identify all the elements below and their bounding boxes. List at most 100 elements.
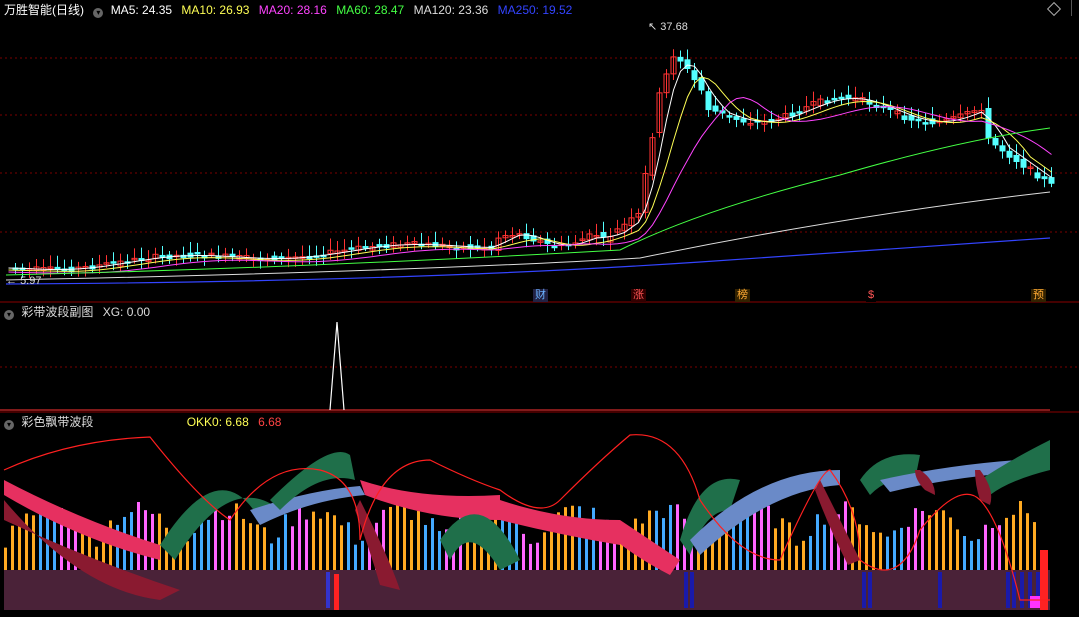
histogram-bar <box>137 501 140 570</box>
histogram-bar <box>298 507 301 570</box>
histogram-bar <box>396 504 399 570</box>
candle-body <box>1013 154 1020 163</box>
histogram-bar <box>711 541 714 570</box>
histogram-bar <box>67 523 70 570</box>
histogram-bar <box>431 518 434 570</box>
sub1-title[interactable]: 彩带波段副图 <box>21 305 93 319</box>
candle-body <box>733 116 740 120</box>
candle-body <box>362 246 369 249</box>
candle-body <box>796 111 803 114</box>
histogram-bar <box>312 511 315 570</box>
histogram-bar <box>270 543 273 570</box>
xg-label: XG: 0.00 <box>102 305 151 319</box>
collapse-icon[interactable]: ▾ <box>4 420 14 430</box>
sub-panel-1-header: ▾ 彩带波段副图 XG: 0.00 <box>4 304 156 320</box>
signal-bar <box>1006 572 1010 608</box>
event-marker-list[interactable]: 榜 <box>735 289 750 302</box>
histogram-bar <box>235 503 238 570</box>
event-marker-rise[interactable]: 涨 <box>631 289 646 302</box>
histogram-bar <box>872 532 875 570</box>
ribbon-green <box>160 490 280 560</box>
histogram-bar <box>284 514 287 570</box>
histogram-bar <box>956 529 959 570</box>
ma10-label: MA10: 26.93 <box>181 3 250 17</box>
histogram-bar <box>529 543 532 570</box>
candle-body <box>866 100 873 105</box>
histogram-bar <box>1033 522 1036 570</box>
candle-body <box>1034 172 1041 179</box>
price-high-label: ↖ 37.68 <box>648 21 688 33</box>
candle-body <box>705 91 712 111</box>
collapse-icon[interactable]: ▾ <box>4 310 14 320</box>
histogram-bar <box>410 519 413 570</box>
histogram-bar <box>1026 513 1029 570</box>
scroll-handle[interactable] <box>1071 0 1076 16</box>
histogram-bar <box>200 522 203 570</box>
event-marker-forecast[interactable]: 预 <box>1031 289 1046 302</box>
histogram-bar <box>291 526 294 570</box>
event-marker-dollar[interactable]: $ <box>866 289 877 302</box>
event-marker-finance[interactable]: 财 <box>533 289 548 302</box>
collapse-icon[interactable]: ▾ <box>93 8 104 18</box>
histogram-bar <box>949 517 952 570</box>
histogram-bar <box>774 528 777 570</box>
histogram-bar <box>809 535 812 570</box>
stock-title[interactable]: 万胜智能(日线) <box>4 3 84 17</box>
histogram-bar <box>438 531 441 570</box>
histogram-bar <box>795 545 798 570</box>
candle-body <box>54 266 61 270</box>
ribbon-red <box>360 480 500 520</box>
candle-body <box>915 118 922 122</box>
candle-body <box>348 247 355 250</box>
candle-body <box>691 70 698 81</box>
histogram-bar <box>207 519 210 570</box>
signal-bar <box>938 572 942 608</box>
chart-canvas[interactable] <box>0 0 1079 612</box>
signal-bar <box>1020 572 1024 608</box>
arrow-icon: ← <box>6 275 17 287</box>
histogram-bar <box>1012 514 1015 570</box>
histogram-bar <box>333 515 336 570</box>
histogram-bar <box>340 525 343 570</box>
signal-bar <box>326 572 330 608</box>
histogram-bar <box>816 514 819 570</box>
candle-body <box>278 256 285 259</box>
histogram-bar <box>942 510 945 570</box>
histogram-bar <box>578 506 581 570</box>
xg-signal-spike <box>329 321 345 411</box>
ribbon-blue <box>250 486 365 525</box>
histogram-bar <box>935 510 938 570</box>
okk-value: 6.68 <box>258 415 282 429</box>
histogram-bar <box>403 506 406 570</box>
candle-body <box>908 115 915 121</box>
histogram-bar <box>879 532 882 570</box>
histogram-bar <box>214 510 217 570</box>
ma120-label: MA120: 23.36 <box>413 3 489 17</box>
histogram-bar <box>823 524 826 570</box>
main-panel-header: 万胜智能(日线) ▾ MA5: 24.35 MA10: 26.93 MA20: … <box>4 2 578 18</box>
histogram-bar <box>354 544 357 570</box>
histogram-bar <box>963 535 966 570</box>
ma60-label: MA60: 28.47 <box>336 3 405 17</box>
histogram-bar <box>1005 517 1008 570</box>
histogram-bar <box>389 506 392 570</box>
histogram-bar <box>907 526 910 570</box>
histogram-bar <box>221 520 224 570</box>
candle-body <box>1041 176 1048 180</box>
candle-body <box>845 94 852 100</box>
ma5-line <box>8 64 1052 271</box>
candle-body <box>740 118 747 123</box>
signal-bar <box>862 572 866 608</box>
ma20-label: MA20: 28.16 <box>258 3 327 17</box>
sub2-title[interactable]: 彩色飘带波段 <box>21 415 93 429</box>
histogram-bar <box>571 505 574 570</box>
histogram-bar <box>193 532 196 570</box>
sub-panel-2-header: ▾ 彩色飘带波段 OKK0: 6.68 6.68 <box>4 414 287 430</box>
histogram-bar <box>305 519 308 570</box>
candle-body <box>600 232 607 238</box>
histogram-bar <box>319 518 322 570</box>
histogram-bar <box>242 518 245 570</box>
histogram-bar <box>991 527 994 570</box>
candle-body <box>1006 150 1013 158</box>
histogram-bar <box>977 539 980 570</box>
